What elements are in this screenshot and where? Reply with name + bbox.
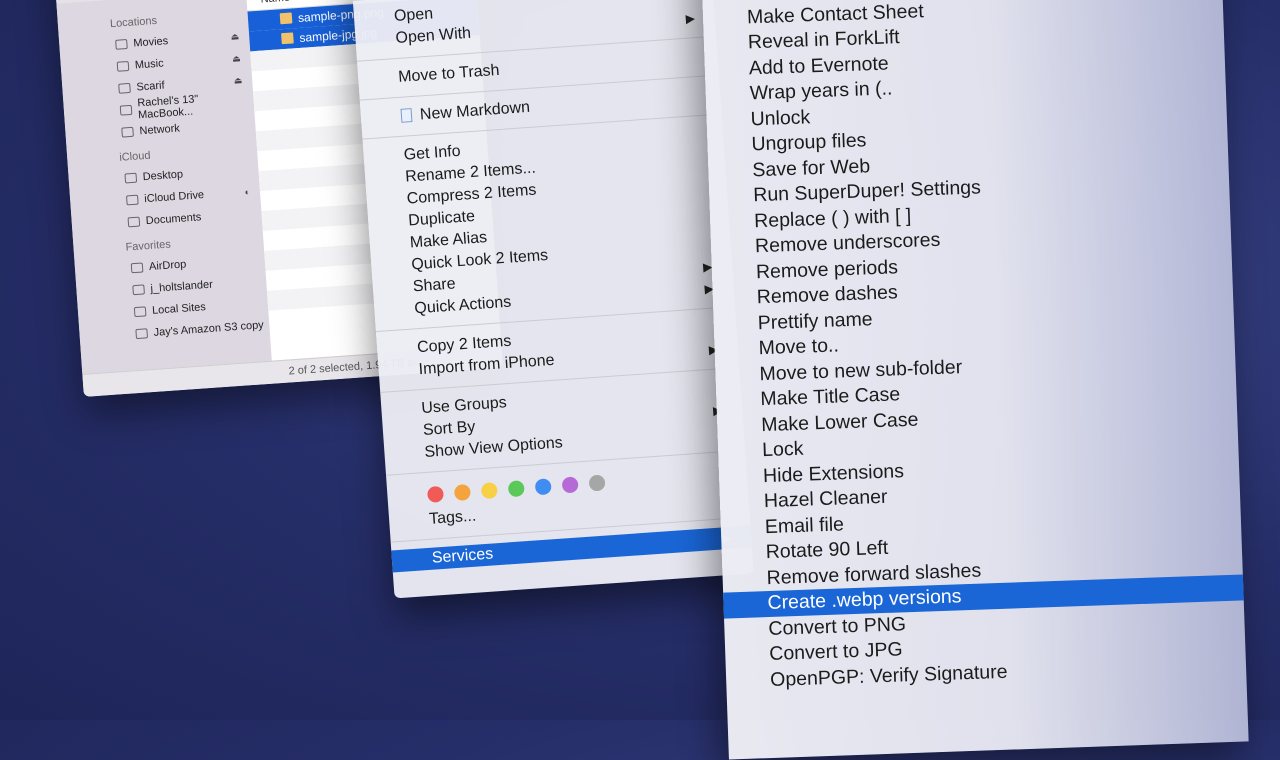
sidebar-item-label: Documents (145, 211, 202, 228)
menu-item-label: Sort By (422, 418, 476, 440)
tag-color-dot[interactable] (561, 476, 579, 494)
menu-item-label: Quick Actions (413, 293, 512, 318)
sidebar-icloud-list: Desktop iCloud Drive ◐ Documents (68, 158, 262, 237)
sidebar-favorites-list: AirDrop j_holtslander Local Sites Jay's Ama… (74, 248, 270, 349)
submenu-arrow-icon: ▶ (685, 11, 696, 26)
drive-icon (118, 82, 131, 94)
sidebar-item-label: Music (134, 57, 165, 72)
service-item-label: Make Title Case (760, 383, 901, 411)
service-item-label: Convert to PNG (768, 612, 907, 640)
service-item-label: Wrap years in (.. (749, 77, 893, 105)
eject-icon[interactable]: ⏏ (232, 53, 241, 65)
context-menu: New Folder with Selection (2 Items)OpenO… (350, 0, 754, 599)
sidebar-item-label: Jay's Amazon S3 copy (153, 319, 265, 339)
drive-icon (115, 39, 128, 50)
network-icon (121, 126, 134, 138)
folder-icon (133, 306, 147, 318)
menu-item-move-to-trash[interactable]: Move to Trash (358, 45, 719, 92)
sync-status-icon: ◐ (244, 186, 251, 198)
services-submenu: CloudupAdd to CodeBoxSet Desktop Picture… (700, 0, 1249, 760)
service-item-label: Convert to JPG (768, 638, 903, 666)
service-item-label: Ungroup files (751, 129, 867, 156)
laptop-icon (119, 104, 133, 116)
home-icon (132, 284, 145, 296)
menu-item-label: New Markdown (419, 98, 531, 124)
tag-color-dot[interactable] (426, 485, 445, 503)
menu-item-label: Share (412, 275, 457, 296)
sidebar-item-label: iCloud Drive (143, 189, 205, 206)
menu-item-label: Services (431, 545, 494, 567)
menu-item-label: Move to Trash (397, 61, 501, 86)
tag-color-dot[interactable] (480, 482, 498, 500)
folder-icon (124, 172, 138, 184)
service-item-label: Prettify name (757, 307, 873, 334)
service-item-label: Make Contact Sheet (746, 0, 925, 28)
sidebar-item-label: Network (139, 122, 181, 138)
sidebar-item-label: Movies (133, 35, 169, 50)
airdrop-icon (130, 262, 144, 274)
service-item-label: Remove dashes (756, 281, 899, 309)
document-icon (135, 328, 149, 340)
tag-color-dot[interactable] (588, 474, 606, 492)
menu-item-label: Open With (394, 24, 472, 47)
menu-item-label: Make Alias (409, 229, 488, 252)
service-item-label: Reveal in ForkLift (747, 26, 900, 54)
menu-item-label: Open (393, 5, 434, 26)
menu-item-label: Tags... (428, 507, 477, 528)
service-item-label: Hide Extensions (762, 459, 905, 487)
service-item-label: Remove periods (755, 255, 899, 283)
menu-item-label: Use Groups (420, 394, 508, 418)
tag-color-dot[interactable] (507, 480, 525, 498)
sidebar-item-label: Desktop (142, 168, 184, 184)
markdown-file-icon (400, 108, 413, 123)
menu-item-services[interactable]: Services▶ (391, 525, 752, 573)
service-item-label: Lock (761, 437, 804, 462)
service-item-label: Unlock (750, 105, 811, 130)
tag-color-dot[interactable] (534, 478, 552, 496)
finder-sidebar: Locations Movies ⏏ Music ⏏ Scarif ⏏ Rachel's 1… (56, 0, 272, 375)
cloud-icon (126, 194, 139, 206)
service-item-label: Email file (764, 512, 845, 538)
drive-icon (116, 60, 130, 72)
sidebar-item-label: Scarif (136, 79, 165, 94)
desktop-background: < > Locations Movies⏏Music⏏Scarif⏏Rachel… (0, 0, 1280, 760)
service-item-label: Create .webp versions (767, 585, 962, 615)
eject-icon[interactable]: ⏏ (233, 75, 242, 87)
service-item-label: Remove underscores (754, 228, 941, 258)
sidebar-item-label: AirDrop (148, 258, 187, 274)
service-item-label: Make Lower Case (760, 408, 919, 436)
eject-icon[interactable]: ⏏ (230, 31, 239, 43)
sidebar-locations-list: Movies ⏏ Music ⏏ Scarif ⏏ Rachel's 13" MacBook… (59, 25, 256, 148)
tag-color-dot[interactable] (453, 483, 471, 501)
service-item-label: Rotate 90 Left (765, 536, 889, 564)
service-item-label: Move to.. (758, 334, 840, 360)
service-item-label: Add to Evernote (748, 52, 889, 79)
menu-item-label: Duplicate (407, 207, 476, 230)
folder-icon (127, 216, 141, 228)
sidebar-item-label: j_holtslander (150, 278, 214, 295)
service-item-label: Hazel Cleaner (763, 485, 888, 513)
sidebar-item-label: Local Sites (151, 301, 207, 317)
menu-item-label: Get Info (403, 142, 462, 164)
image-file-icon (279, 12, 293, 25)
image-file-icon (281, 32, 294, 45)
service-item-label: Save for Web (752, 154, 871, 181)
menu-item-new-markdown[interactable]: New Markdown (360, 84, 721, 131)
service-item-label: Replace ( ) with [ ] (753, 204, 912, 232)
